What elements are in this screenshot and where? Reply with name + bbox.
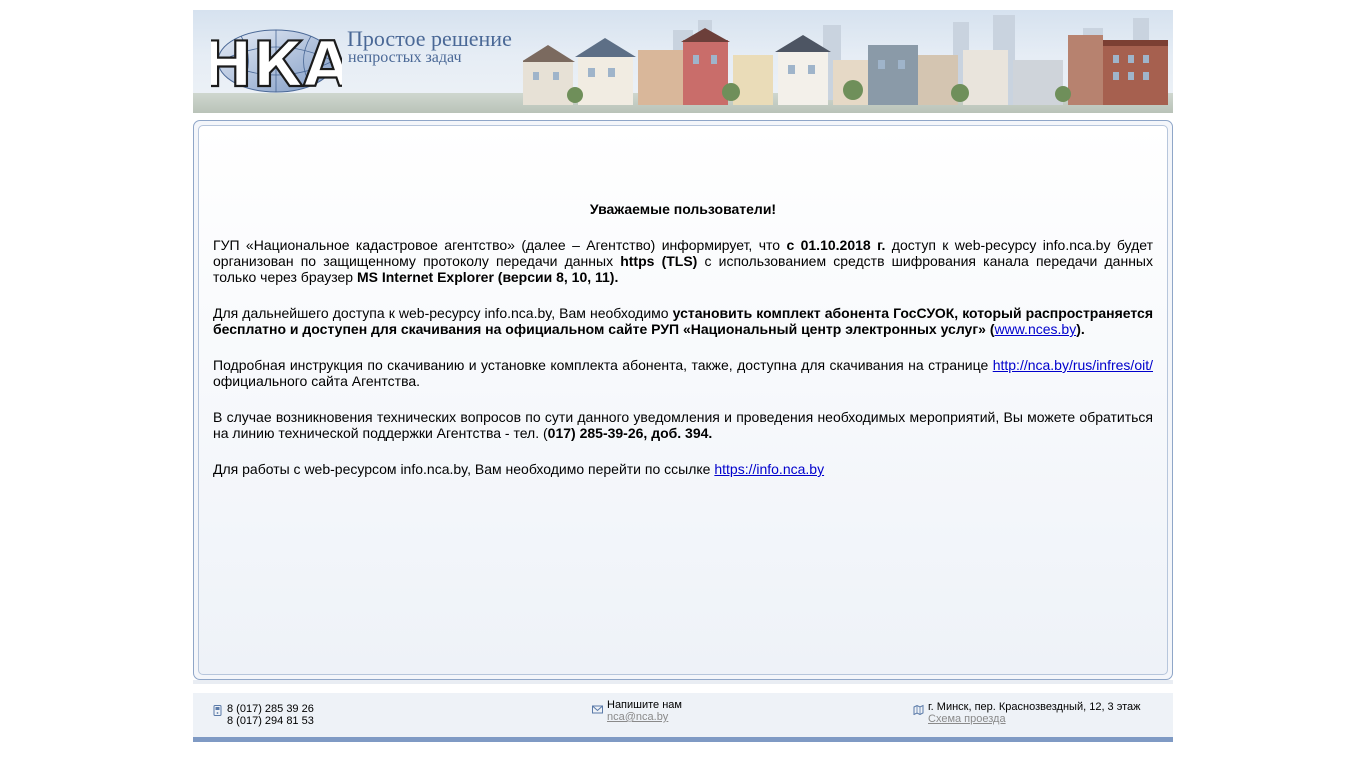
footer-contact: Напишите нам nca@nca.by — [592, 699, 682, 723]
page-wrapper: НКА Простое решение непростых задач Уваж… — [193, 10, 1173, 742]
nces-link[interactable]: www.nces.by — [995, 321, 1077, 337]
p2-bold-2: ). — [1076, 321, 1085, 337]
p2-text-1: Для дальнейшего доступа к web-ресурсу in… — [213, 305, 673, 321]
address-text: г. Минск, пер. Краснозвездный, 12, 3 эта… — [928, 701, 1141, 713]
p1-text-1: ГУП «Национальное кадастровое агентство»… — [213, 237, 787, 253]
footer-accent-bar — [193, 737, 1173, 742]
notice-paragraph-5: Для работы с web-ресурсом info.nca.by, В… — [213, 461, 1153, 477]
email-link[interactable]: nca@nca.by — [607, 711, 668, 723]
instruction-link[interactable]: http://nca.by/rus/infres/oit/ — [993, 357, 1153, 373]
notice-content: Уважаемые пользователи! ГУП «Национально… — [213, 201, 1153, 497]
notice-paragraph-2: Для дальнейшего доступа к web-ресурсу in… — [213, 305, 1153, 337]
p4-phone: 017) 285-39-26, доб. 394. — [547, 425, 713, 441]
notice-heading: Уважаемые пользователи! — [589, 201, 777, 217]
logo-text: НКА — [211, 28, 342, 94]
notice-panel: Уважаемые пользователи! ГУП «Национально… — [193, 120, 1173, 680]
info-nca-link[interactable]: https://info.nca.by — [714, 461, 824, 477]
footer-address: г. Минск, пер. Краснозвездный, 12, 3 эта… — [913, 701, 1141, 725]
envelope-icon — [592, 705, 603, 714]
nka-logo[interactable]: НКА — [211, 28, 342, 94]
write-us-label: Напишите нам — [607, 699, 682, 711]
slogan-line2: непростых задач — [348, 49, 462, 66]
p1-date: с 01.10.2018 г. — [786, 237, 886, 253]
city-skyline-illustration — [523, 15, 1168, 105]
p1-browser: MS Internet Explorer (версии 8, 10, 11). — [356, 269, 619, 285]
p5-text-1: Для работы с web-ресурсом info.nca.by, В… — [213, 461, 715, 477]
directions-link[interactable]: Схема проезда — [928, 713, 1006, 725]
footer-divider — [193, 680, 1173, 684]
phone-icon — [213, 705, 222, 716]
footer-phones: 8 (017) 285 39 26 8 (017) 294 81 53 — [213, 703, 314, 727]
phone-number-1: 8 (017) 285 39 26 — [227, 703, 314, 715]
notice-paragraph-1: ГУП «Национальное кадастровое агентство»… — [213, 237, 1153, 285]
p3-text-1: Подробная инструкция по скачиванию и уст… — [213, 357, 993, 373]
footer: 8 (017) 285 39 26 8 (017) 294 81 53 Напи… — [193, 693, 1173, 737]
phone-number-2: 8 (017) 294 81 53 — [227, 715, 314, 727]
map-icon — [913, 704, 924, 715]
p3-text-2: официального сайта Агентства. — [213, 373, 421, 389]
p1-protocol: https (TLS) — [620, 253, 698, 269]
header-banner: НКА Простое решение непростых задач — [193, 10, 1173, 113]
notice-paragraph-3: Подробная инструкция по скачиванию и уст… — [213, 357, 1153, 389]
notice-paragraph-4: В случае возникновения технических вопро… — [213, 409, 1153, 441]
